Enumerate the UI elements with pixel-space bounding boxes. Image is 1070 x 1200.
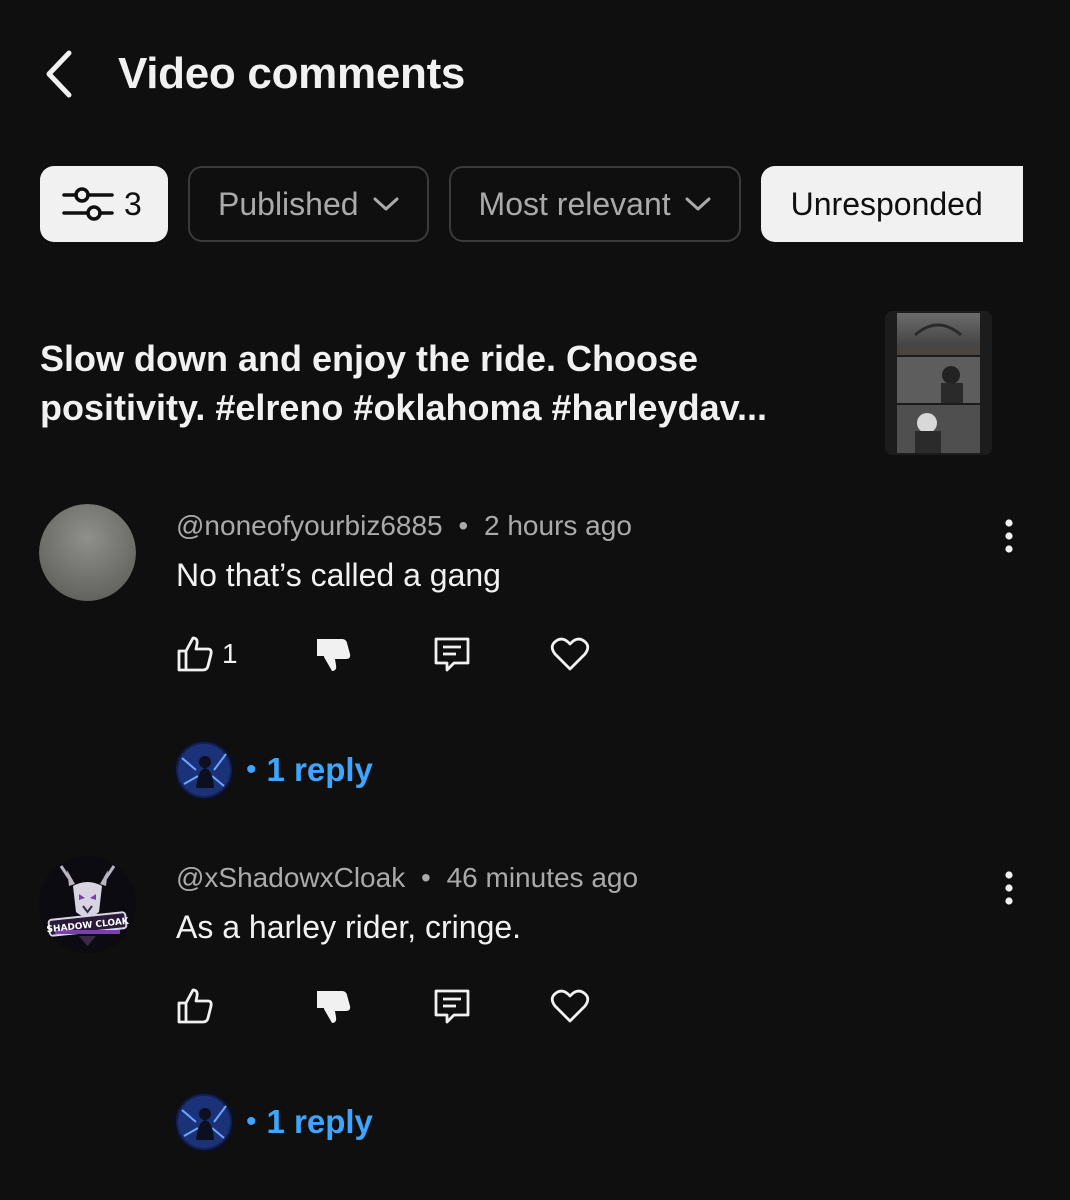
sort-dropdown-label: Most relevant [478, 185, 671, 222]
filter-settings-chip[interactable]: 3 [40, 166, 168, 242]
comment-meta: @noneofyourbiz6885 • 2 hours ago [176, 508, 632, 544]
sort-dropdown[interactable]: Most relevant [448, 166, 741, 242]
thumbs-up-icon [177, 636, 213, 672]
heart-icon [550, 989, 590, 1023]
reply-button[interactable] [432, 632, 472, 676]
comment-icon [434, 989, 470, 1024]
meta-separator: • [458, 510, 469, 541]
thumbs-down-icon [317, 639, 351, 671]
video-comments-screen: Video comments 3 Published Most relevant [0, 0, 1070, 1200]
filter-count: 3 [124, 185, 142, 222]
comment-author[interactable]: @xShadowxCloak [176, 862, 405, 893]
sliders-icon [62, 187, 114, 221]
more-options-button[interactable] [990, 866, 1028, 910]
comment-text: As a harley rider, cringe. [176, 909, 522, 945]
avatar[interactable] [39, 504, 136, 601]
reply-avatar [174, 1092, 234, 1152]
dislike-button[interactable] [314, 632, 352, 676]
comment-time: 2 hours ago [484, 510, 632, 541]
status-dropdown[interactable]: Published [188, 166, 429, 242]
heart-button[interactable] [550, 984, 590, 1028]
chevron-down-icon [685, 196, 711, 212]
status-dropdown-label: Published [218, 185, 359, 222]
thumbs-down-icon [317, 991, 351, 1023]
like-button[interactable]: 1 [176, 632, 238, 676]
chevron-down-icon [373, 196, 399, 212]
back-button[interactable] [30, 44, 86, 104]
like-button[interactable] [176, 984, 222, 1028]
comment-meta: @xShadowxCloak • 46 minutes ago [176, 860, 638, 896]
thumbs-up-icon [177, 988, 213, 1024]
reply-avatar [174, 740, 234, 800]
response-filter-label: Unresponded [790, 185, 983, 222]
filter-chip-bar: 3 Published Most relevant Unresponded [40, 166, 1023, 242]
heart-icon [550, 637, 590, 671]
page-title: Video comments [118, 49, 466, 98]
chevron-left-icon [46, 50, 72, 98]
replies-link[interactable]: • 1 reply [174, 740, 373, 800]
response-filter-dropdown[interactable]: Unresponded [760, 166, 1023, 242]
comment-author[interactable]: @noneofyourbiz6885 [176, 510, 443, 541]
like-count: 1 [222, 638, 238, 669]
more-options-button[interactable] [990, 514, 1028, 558]
reply-count-label: 1 reply [266, 751, 373, 788]
comment-item: @noneofyourbiz6885 • 2 hours ago No that… [0, 504, 1070, 834]
replies-link[interactable]: • 1 reply [174, 1092, 373, 1152]
reply-count-label: 1 reply [266, 1103, 373, 1140]
reply-bullet: • [246, 753, 257, 786]
avatar[interactable]: SHADOW CLOAK [39, 856, 136, 953]
heart-button[interactable] [550, 632, 590, 676]
comment-time: 46 minutes ago [446, 862, 639, 893]
comment-text: No that’s called a gang [176, 557, 501, 593]
more-vert-icon [1005, 519, 1013, 553]
comment-item: SHADOW CLOAK @xShadowxCloak • 46 minutes… [0, 856, 1070, 1186]
reply-bullet: • [246, 1105, 257, 1138]
meta-separator: • [420, 862, 431, 893]
reply-button[interactable] [432, 984, 472, 1028]
more-vert-icon [1005, 871, 1013, 905]
comment-icon [434, 637, 470, 672]
video-thumbnail[interactable] [885, 311, 992, 455]
video-title[interactable]: Slow down and enjoy the ride. Choose pos… [40, 334, 860, 432]
dislike-button[interactable] [314, 984, 352, 1028]
